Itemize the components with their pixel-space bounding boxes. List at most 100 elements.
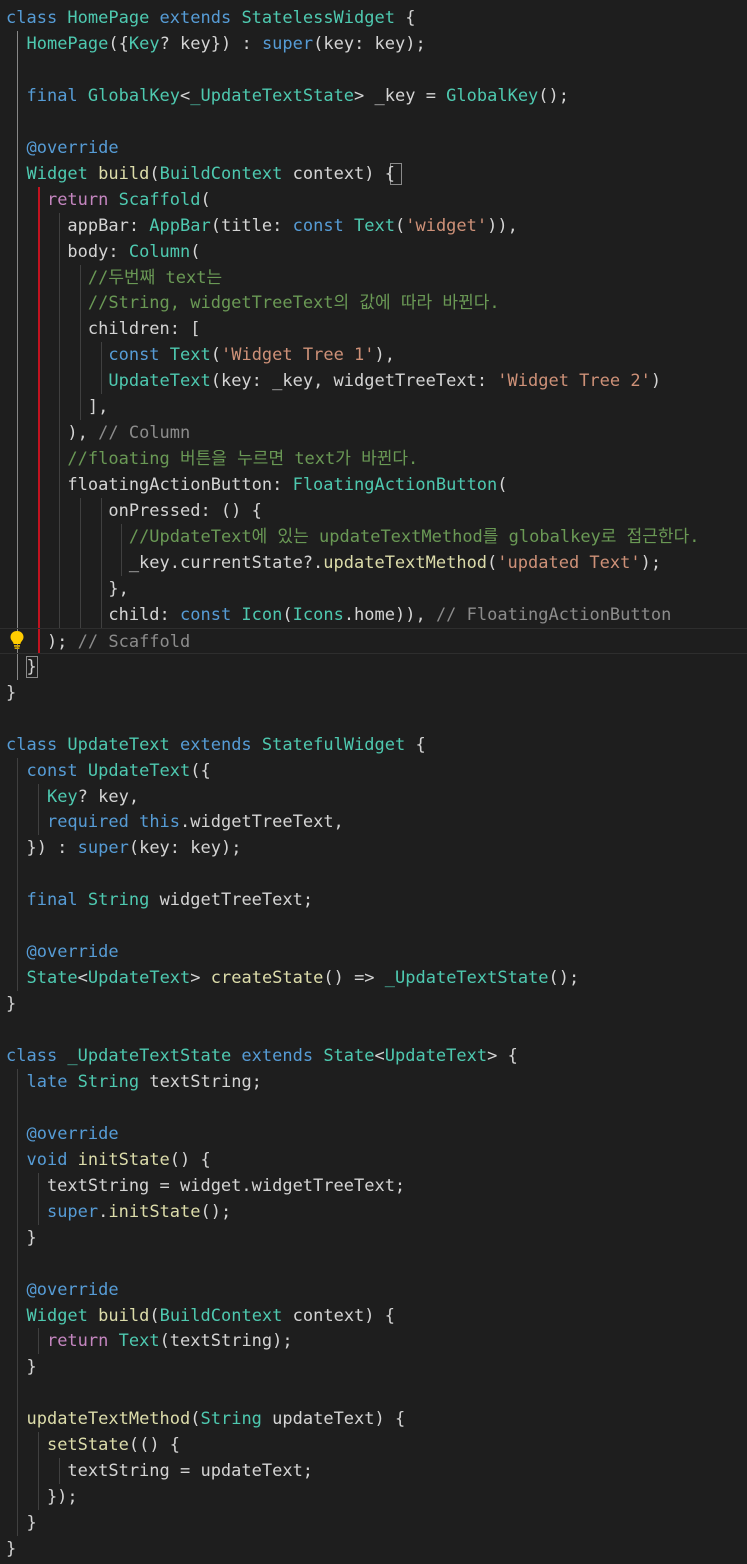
code-line[interactable]: } — [0, 654, 747, 680]
code-line[interactable] — [0, 706, 747, 732]
code-token: FloatingActionButton — [292, 475, 498, 496]
code-line[interactable]: return Scaffold( — [0, 187, 747, 213]
code-token: UpdateText — [67, 734, 181, 755]
code-token: BuildContext — [159, 163, 293, 184]
code-token: class — [6, 1046, 68, 1066]
code-token: void — [26, 1149, 78, 1170]
code-line[interactable]: floatingActionButton: FloatingActionButt… — [0, 472, 747, 498]
code-token: extends — [180, 734, 262, 755]
code-line[interactable]: children: [ — [0, 316, 747, 342]
code-line[interactable]: } — [0, 991, 747, 1017]
code-line[interactable]: child: const Icon(Icons.home)), // Float… — [0, 602, 747, 628]
code-token: 'updated Text' — [497, 552, 641, 573]
code-line[interactable] — [0, 109, 747, 135]
code-token: return — [46, 1331, 119, 1352]
code-line[interactable]: appBar: AppBar(title: const Text('widget… — [0, 213, 747, 239]
code-line[interactable]: }) : super(key: key); — [0, 835, 747, 861]
code-line[interactable]: ); // Scaffold — [0, 627, 747, 655]
code-token: onPressed: () { — [6, 501, 262, 522]
code-line-text: HomePage({Key? key}) : super(key: key); — [6, 31, 425, 57]
code-line[interactable]: textString = updateText; — [0, 1458, 747, 1484]
code-line[interactable] — [0, 861, 747, 887]
code-token: GlobalKey — [87, 85, 181, 106]
code-token: Key — [128, 33, 160, 54]
code-line[interactable]: _key.currentState?.updateTextMethod('upd… — [0, 550, 747, 576]
code-editor[interactable]: class HomePage extends StatelessWidget {… — [0, 0, 747, 1564]
code-token: ( — [282, 604, 293, 625]
code-token: }) : — [6, 838, 78, 859]
code-line[interactable]: Key? key, — [0, 784, 747, 810]
code-line[interactable]: UpdateText(key: _key, widgetTreeText: 'W… — [0, 368, 747, 394]
code-line[interactable]: @override — [0, 135, 747, 161]
code-token: @override — [26, 137, 119, 158]
code-line[interactable]: @override — [0, 939, 747, 965]
code-line[interactable]: textString = widget.widgetTreeText; — [0, 1173, 747, 1199]
code-line-text: ); // Scaffold — [6, 629, 190, 655]
code-token: class — [6, 734, 68, 755]
code-token: String — [200, 1409, 273, 1430]
code-line[interactable]: } — [0, 1354, 747, 1380]
code-line[interactable]: @override — [0, 1277, 747, 1303]
code-line[interactable]: @override — [0, 1121, 747, 1147]
code-line[interactable]: final GlobalKey<_UpdateTextState> _key =… — [0, 83, 747, 109]
code-line-text: textString = widget.widgetTreeText; — [6, 1173, 405, 1199]
code-line[interactable]: Widget build(BuildContext context) { — [0, 1303, 747, 1329]
code-token: _UpdateTextState — [190, 85, 355, 106]
code-line-text: Widget build(BuildContext context) { — [6, 1303, 395, 1329]
code-line[interactable]: //두번째 text는 — [0, 265, 747, 291]
code-line[interactable]: onPressed: () { — [0, 498, 747, 524]
code-line[interactable] — [0, 1095, 747, 1121]
code-line[interactable]: late String textString; — [0, 1069, 747, 1095]
code-line[interactable]: } — [0, 1225, 747, 1251]
code-line[interactable]: updateTextMethod(String updateText) { — [0, 1406, 747, 1432]
code-line[interactable]: }, — [0, 576, 747, 602]
code-line[interactable]: State<UpdateText> createState() => _Upda… — [0, 965, 747, 991]
code-line[interactable]: //floating 버튼을 누르면 text가 바뀐다. — [0, 446, 747, 472]
code-line[interactable]: const Text('Widget Tree 1'), — [0, 342, 747, 368]
code-line[interactable]: body: Column( — [0, 239, 747, 265]
code-line[interactable] — [0, 1251, 747, 1277]
code-line[interactable]: required this.widgetTreeText, — [0, 809, 747, 835]
code-line[interactable]: Widget build(BuildContext context) { — [0, 161, 747, 187]
code-line[interactable] — [0, 913, 747, 939]
code-line[interactable]: setState(() { — [0, 1432, 747, 1458]
code-token: createState — [210, 968, 324, 989]
code-line[interactable] — [0, 1380, 747, 1406]
code-line[interactable]: super.initState(); — [0, 1199, 747, 1225]
code-line[interactable]: class UpdateText extends StatefulWidget … — [0, 732, 747, 758]
code-token: HomePage — [67, 8, 160, 28]
code-line[interactable]: } — [0, 1510, 747, 1536]
code-token: StatelessWidget — [241, 8, 406, 28]
code-line[interactable]: }); — [0, 1484, 747, 1510]
code-line[interactable]: } — [0, 680, 747, 706]
code-token: (); — [548, 968, 580, 989]
code-token: ( — [200, 189, 211, 210]
code-line-text: late String textString; — [6, 1069, 261, 1095]
code-token: context) { — [292, 1305, 395, 1326]
code-line[interactable]: //UpdateText에 있는 updateTextMethod를 globa… — [0, 524, 747, 550]
code-line[interactable]: class _UpdateTextState extends State<Upd… — [0, 1043, 747, 1069]
code-line-text: return Text(textString); — [6, 1328, 293, 1354]
code-line-text: const UpdateText({ — [6, 758, 210, 784]
code-line-text: }) : super(key: key); — [6, 835, 241, 861]
lightbulb-icon[interactable] — [9, 630, 25, 650]
code-line-text: } — [6, 654, 36, 680]
code-line[interactable]: //String, widgetTreeText의 값에 따라 바뀐다. — [0, 290, 747, 316]
code-line[interactable]: HomePage({Key? key}) : super(key: key); — [0, 31, 747, 57]
code-line[interactable]: final String widgetTreeText; — [0, 887, 747, 913]
code-line[interactable]: return Text(textString); — [0, 1328, 747, 1354]
code-line[interactable]: const UpdateText({ — [0, 758, 747, 784]
code-token: textString = updateText; — [6, 1461, 314, 1482]
code-line[interactable]: void initState() { — [0, 1147, 747, 1173]
code-line[interactable]: class HomePage extends StatelessWidget { — [0, 5, 747, 31]
code-line[interactable] — [0, 1017, 747, 1043]
code-line[interactable]: ], — [0, 394, 747, 420]
code-token: const — [26, 760, 88, 781]
code-token: ? key, — [77, 786, 140, 807]
code-line[interactable] — [0, 57, 747, 83]
code-line[interactable]: ), // Column — [0, 420, 747, 446]
code-line-text: appBar: AppBar(title: const Text('widget… — [6, 213, 517, 239]
code-line[interactable]: } — [0, 1536, 747, 1562]
